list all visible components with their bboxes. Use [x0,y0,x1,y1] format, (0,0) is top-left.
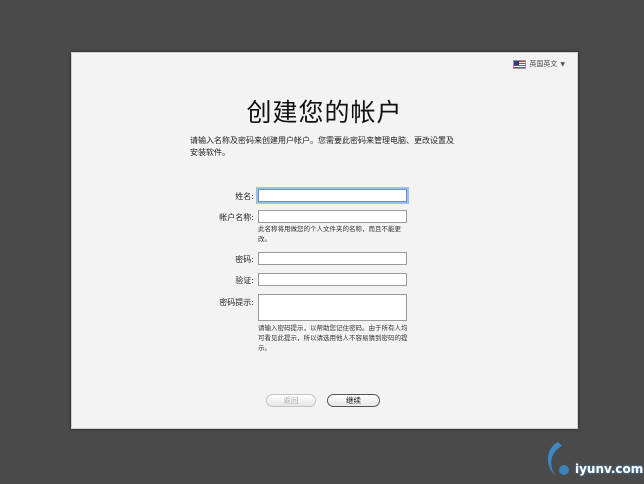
back-button[interactable]: 返回 [266,394,316,407]
setup-panel: 英国英文 ▼ 创建您的帐户 请输入名称及密码来创建用户帐户。您需要此密码来管理电… [71,52,578,429]
full-name-label: 姓名: [235,192,254,201]
chevron-down-icon: ▼ [560,60,565,68]
full-name-field[interactable] [258,189,407,202]
language-label: 英国英文 [529,60,558,68]
account-name-field[interactable] [258,210,407,223]
language-selector[interactable]: 英国英文 ▼ [513,59,565,69]
password-label: 密码: [235,255,254,264]
password-hint-field[interactable] [258,294,407,321]
us-flag-icon [513,59,527,69]
password-field[interactable] [258,252,407,265]
account-name-label: 帐户名称: [219,213,254,222]
account-name-hint: 此名称将用做您的个人文件夹的名称，而且不能更改。 [258,225,401,243]
watermark-text: iyunv.com [575,462,644,476]
verify-label: 验证: [235,276,254,285]
password-hint-label: 密码提示: [219,298,254,307]
password-hint-help: 请输入密码提示，以帮助您记住密码。由于所有人均可看见此提示，所以请选用他人不容易… [258,324,408,352]
watermark: iyunv.com [538,436,643,480]
continue-button[interactable]: 继续 [327,394,380,407]
page-title: 创建您的帐户 [246,98,403,127]
verify-field[interactable] [258,273,407,286]
page-description: 请输入名称及密码来创建用户帐户。您需要此密码来管理电脑、更改设置及安装软件。 [190,136,454,157]
